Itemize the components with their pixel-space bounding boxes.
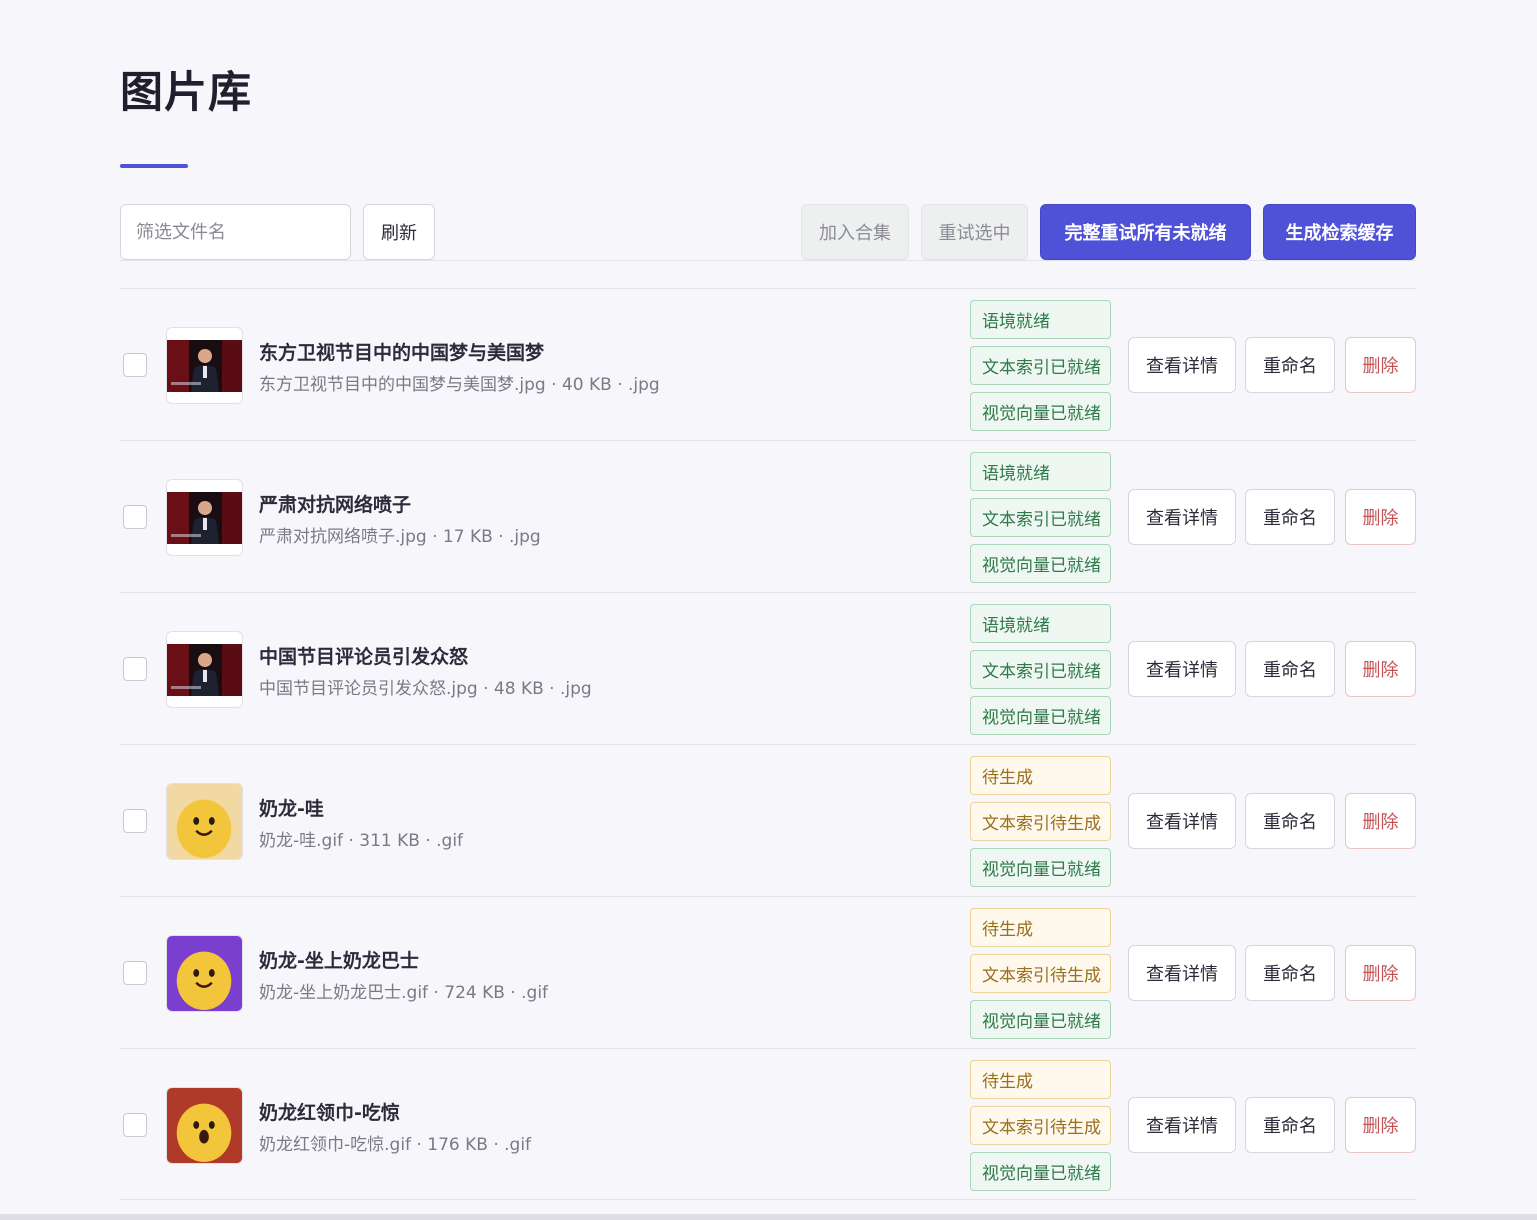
status-badge: 文本索引已就绪 [970, 498, 1111, 537]
image-row: 中国节目评论员引发众怒中国节目评论员引发众怒.jpg · 48 KB · .jp… [120, 592, 1416, 744]
select-checkbox[interactable] [123, 657, 147, 681]
image-row: 东方卫视节目中的中国梦与美国梦东方卫视节目中的中国梦与美国梦.jpg · 40 … [120, 288, 1416, 440]
select-checkbox[interactable] [123, 353, 147, 377]
image-thumbnail[interactable] [166, 1087, 243, 1164]
select-checkbox[interactable] [123, 1113, 147, 1137]
image-title: 奶龙红领巾-吃惊 [259, 1102, 400, 1124]
image-row: 奶龙-哇奶龙-哇.gif · 311 KB · .gif 待生成文本索引待生成 视觉… [120, 744, 1416, 896]
image-title: 奶龙-坐上奶龙巴士 [259, 950, 419, 972]
view-details-button[interactable]: 查看详情 [1128, 945, 1236, 1001]
rename-button[interactable]: 重命名 [1245, 1097, 1335, 1153]
rename-button[interactable]: 重命名 [1245, 337, 1335, 393]
status-badge: 语境就绪 [970, 452, 1111, 491]
status-badges: 语境就绪文本索引已就绪 视觉向量已就绪 [970, 300, 1111, 438]
status-badge: 文本索引待生成 [970, 954, 1111, 993]
rename-button[interactable]: 重命名 [1245, 641, 1335, 697]
view-details-button[interactable]: 查看详情 [1128, 793, 1236, 849]
retry-selected-button[interactable]: 重试选中 [921, 204, 1028, 260]
horizontal-scrollbar[interactable] [0, 1214, 1537, 1220]
image-row: 严肃对抗网络喷子严肃对抗网络喷子.jpg · 17 KB · .jpg 语境就绪文… [120, 440, 1416, 592]
image-title: 中国节目评论员引发众怒 [259, 646, 469, 668]
status-badges: 待生成文本索引待生成 视觉向量已就绪 [970, 756, 1111, 894]
delete-button[interactable]: 删除 [1345, 641, 1416, 697]
status-badge: 文本索引已就绪 [970, 650, 1111, 689]
refresh-button[interactable]: 刷新 [363, 204, 435, 260]
image-thumbnail[interactable] [166, 631, 243, 708]
status-badges: 待生成文本索引待生成 视觉向量已就绪 [970, 1060, 1111, 1198]
view-details-button[interactable]: 查看详情 [1128, 489, 1236, 545]
status-badge: 语境就绪 [970, 604, 1111, 643]
image-thumbnail[interactable] [166, 935, 243, 1012]
filter-input[interactable] [120, 204, 351, 260]
delete-button[interactable]: 删除 [1345, 489, 1416, 545]
delete-button[interactable]: 删除 [1345, 793, 1416, 849]
status-badge: 视觉向量已就绪 [970, 1000, 1111, 1039]
status-badge: 待生成 [970, 756, 1111, 795]
status-badge: 文本索引已就绪 [970, 346, 1111, 385]
select-checkbox[interactable] [123, 961, 147, 985]
status-badge: 视觉向量已就绪 [970, 392, 1111, 431]
status-badges: 语境就绪文本索引已就绪 视觉向量已就绪 [970, 604, 1111, 742]
view-details-button[interactable]: 查看详情 [1128, 337, 1236, 393]
select-checkbox[interactable] [123, 505, 147, 529]
delete-button[interactable]: 删除 [1345, 337, 1416, 393]
status-badges: 语境就绪文本索引已就绪 视觉向量已就绪 [970, 452, 1111, 590]
image-meta: 奶龙-坐上奶龙巴士.gif · 724 KB · .gif [259, 983, 549, 1003]
image-list: 东方卫视节目中的中国梦与美国梦东方卫视节目中的中国梦与美国梦.jpg · 40 … [120, 288, 1416, 1200]
status-badge: 视觉向量已就绪 [970, 848, 1111, 887]
image-meta: 奶龙红领巾-吃惊.gif · 176 KB · .gif [259, 1135, 532, 1155]
status-badge: 待生成 [970, 908, 1111, 947]
view-details-button[interactable]: 查看详情 [1128, 1097, 1236, 1153]
title-underline [120, 164, 188, 168]
image-title: 严肃对抗网络喷子 [259, 494, 412, 516]
image-meta: 奶龙-哇.gif · 311 KB · .gif [259, 831, 464, 851]
image-thumbnail[interactable] [166, 783, 243, 860]
status-badge: 文本索引待生成 [970, 802, 1111, 841]
view-details-button[interactable]: 查看详情 [1128, 641, 1236, 697]
toolbar-divider [120, 260, 1416, 261]
image-thumbnail[interactable] [166, 479, 243, 556]
image-meta: 中国节目评论员引发众怒.jpg · 48 KB · .jpg [259, 679, 592, 699]
status-badge: 语境就绪 [970, 300, 1111, 339]
delete-button[interactable]: 删除 [1345, 1097, 1416, 1153]
retry-all-unready-button[interactable]: 完整重试所有未就绪 [1040, 204, 1251, 260]
image-row: 奶龙红领巾-吃惊奶龙红领巾-吃惊.gif · 176 KB · .gif 待生成文… [120, 1048, 1416, 1200]
rename-button[interactable]: 重命名 [1245, 489, 1335, 545]
status-badge: 待生成 [970, 1060, 1111, 1099]
add-to-collection-button[interactable]: 加入合集 [801, 204, 909, 260]
delete-button[interactable]: 删除 [1345, 945, 1416, 1001]
status-badges: 待生成文本索引待生成 视觉向量已就绪 [970, 908, 1111, 1046]
image-row: 奶龙-坐上奶龙巴士奶龙-坐上奶龙巴士.gif · 724 KB · .gif 待生… [120, 896, 1416, 1048]
status-badge: 视觉向量已就绪 [970, 696, 1111, 735]
image-title: 东方卫视节目中的中国梦与美国梦 [259, 342, 545, 364]
rename-button[interactable]: 重命名 [1245, 793, 1335, 849]
rename-button[interactable]: 重命名 [1245, 945, 1335, 1001]
image-thumbnail[interactable] [166, 327, 243, 404]
page-title: 图片库 [120, 68, 252, 118]
status-badge: 视觉向量已就绪 [970, 544, 1111, 583]
image-title: 奶龙-哇 [259, 798, 324, 820]
select-checkbox[interactable] [123, 809, 147, 833]
image-meta: 严肃对抗网络喷子.jpg · 17 KB · .jpg [259, 527, 541, 547]
status-badge: 文本索引待生成 [970, 1106, 1111, 1145]
toolbar: 刷新 加入合集 重试选中 完整重试所有未就绪 生成检索缓存 [120, 204, 1416, 260]
status-badge: 视觉向量已就绪 [970, 1152, 1111, 1191]
image-meta: 东方卫视节目中的中国梦与美国梦.jpg · 40 KB · .jpg [259, 375, 660, 395]
build-search-cache-button[interactable]: 生成检索缓存 [1263, 204, 1416, 260]
